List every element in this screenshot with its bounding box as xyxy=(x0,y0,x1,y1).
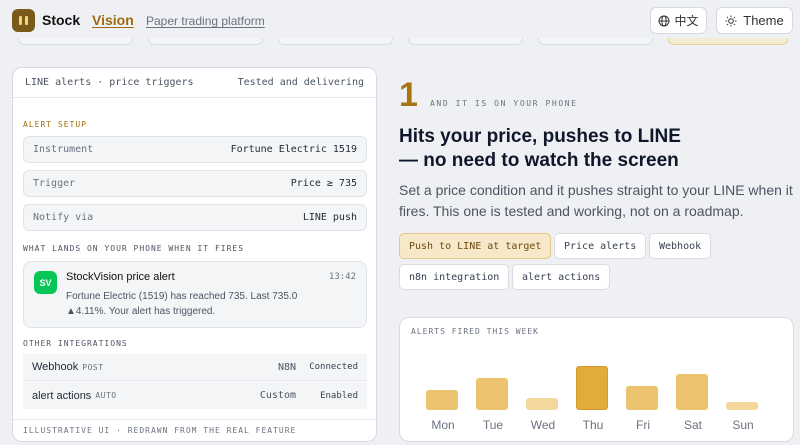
tab-strip-remnant xyxy=(18,38,133,45)
chart-title: Alerts fired this week xyxy=(411,327,539,336)
chip-price-alerts[interactable]: Price alerts xyxy=(554,233,647,259)
field-key: Notify via xyxy=(33,212,94,223)
headline-line-1: Hits your price, pushes to LINE xyxy=(399,126,681,147)
integration-row-webhook[interactable]: Webhook POST N8N Connected xyxy=(23,354,367,381)
notification-time: 13:42 xyxy=(328,272,356,282)
bar-sat xyxy=(676,374,708,410)
alert-setup-label: Alert setup xyxy=(23,120,87,129)
alerts-week-chart: Alerts fired this week Mon Tue Wed Thu Fri Sa… xyxy=(399,317,794,442)
notify-via-field[interactable]: Notify via LINE push xyxy=(23,204,367,231)
brand-name[interactable]: Stock xyxy=(42,12,80,28)
bar-tue xyxy=(476,378,508,410)
tab-strip-remnant xyxy=(278,38,393,45)
stockvision-app-icon: SV xyxy=(34,271,57,294)
bar-mon xyxy=(426,390,458,410)
field-key: Instrument xyxy=(33,144,94,155)
tab-strip-remnant xyxy=(668,38,788,45)
headline-line-2: — no need to watch the screen xyxy=(399,150,679,171)
integration-status: Connected xyxy=(309,362,358,372)
globe-icon xyxy=(658,15,670,26)
chip-push-to-line[interactable]: Push to LINE at target xyxy=(399,233,552,259)
card-title: LINE alerts · price triggers xyxy=(25,77,194,88)
integration-row-alert-actions[interactable]: alert actions AUTO Custom Enabled xyxy=(23,382,367,409)
card-header: LINE alerts · price triggers Tested and … xyxy=(13,68,376,98)
field-value: LINE push xyxy=(302,212,357,223)
integrations-label: Other integrations xyxy=(23,339,128,348)
x-tick-label: Wed xyxy=(530,418,556,432)
notification-body-line2: ▲4.11%. Your alert has triggered. xyxy=(66,306,216,317)
line-alert-card: LINE alerts · price triggers Tested and … xyxy=(12,67,377,442)
x-tick-label: Fri xyxy=(636,418,650,432)
tab-strip-remnant xyxy=(148,38,263,45)
line-notification-preview: SV StockVision price alert 13:42 Fortune… xyxy=(23,261,367,328)
card-status: Tested and delivering xyxy=(237,77,364,88)
bar-sun xyxy=(726,402,758,410)
bar-thu xyxy=(576,366,608,410)
sun-icon xyxy=(725,15,737,26)
brand-accent[interactable]: Vision xyxy=(92,12,134,28)
integration-tag: POST xyxy=(82,362,104,372)
integration-detail: Custom xyxy=(259,390,296,401)
feature-kicker: And it is on your phone xyxy=(430,99,578,108)
tab-strip-remnant xyxy=(538,38,653,45)
instrument-field[interactable]: Instrument Fortune Electric 1519 xyxy=(23,136,367,163)
field-key: Trigger xyxy=(33,178,76,189)
bar-wed xyxy=(526,398,558,410)
integration-detail: N8N xyxy=(277,361,296,373)
feature-headline: Hits your price, pushes to LINE — no nee… xyxy=(399,125,794,173)
language-label: 中文 xyxy=(674,14,699,28)
notification-body-line1: Fortune Electric (1519) has reached 735.… xyxy=(66,291,298,302)
integration-name: Webhook xyxy=(32,361,79,373)
app-logo-icon[interactable] xyxy=(12,9,35,32)
integration-tag: AUTO xyxy=(95,391,117,400)
phone-preview-label: What lands on your phone when it fires xyxy=(23,244,245,253)
feature-number: 1 xyxy=(399,76,418,114)
chip-alert-actions[interactable]: alert actions xyxy=(512,264,611,290)
x-tick-label: Thu xyxy=(582,418,604,432)
field-value: Price ≥ 735 xyxy=(290,178,357,189)
card-footer-note: Illustrative UI · redrawn from the real … xyxy=(13,419,376,441)
language-button[interactable]: 中文 xyxy=(650,7,707,34)
chip-webhook[interactable]: Webhook xyxy=(649,233,712,259)
theme-label: Theme xyxy=(743,13,784,28)
integration-status: Enabled xyxy=(320,390,358,401)
integration-name: alert actions xyxy=(32,389,92,402)
trigger-field[interactable]: Trigger Price ≥ 735 xyxy=(23,170,367,197)
x-tick-label: Sun xyxy=(732,418,754,432)
tagline-link[interactable]: Paper trading platform xyxy=(146,14,265,28)
bar-fri xyxy=(626,386,658,410)
notification-title: StockVision price alert xyxy=(66,271,175,283)
chip-n8n-integration[interactable]: n8n integration xyxy=(399,264,510,290)
x-tick-label: Tue xyxy=(482,418,504,432)
field-value: Fortune Electric 1519 xyxy=(230,144,357,155)
theme-toggle-button[interactable]: Theme xyxy=(716,7,793,34)
x-tick-label: Sat xyxy=(683,418,702,432)
feature-description: Set a price condition and it pushes stra… xyxy=(399,182,793,219)
tab-strip-remnant xyxy=(408,38,523,45)
x-tick-label: Mon xyxy=(431,418,455,432)
